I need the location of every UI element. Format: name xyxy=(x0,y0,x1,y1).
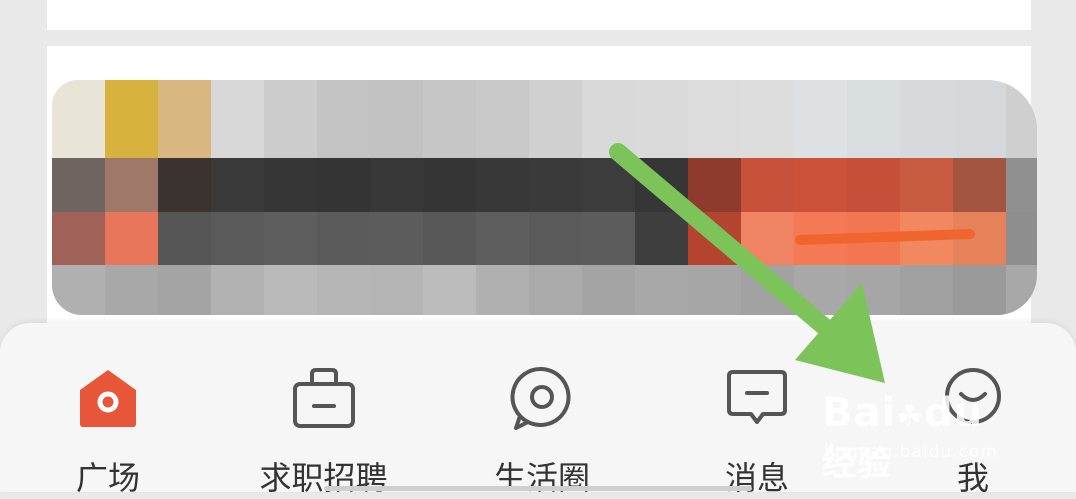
mosaic-cell xyxy=(370,265,424,315)
pixelated-content xyxy=(52,80,1037,315)
mosaic-cell xyxy=(158,80,212,159)
mosaic-cell xyxy=(847,158,901,213)
mosaic-cell xyxy=(423,265,477,315)
mosaic-cell xyxy=(52,158,106,213)
mosaic-cell xyxy=(211,80,265,159)
mosaic-cell xyxy=(1006,158,1037,213)
home-icon xyxy=(80,370,136,427)
mosaic-cell xyxy=(529,80,583,159)
mosaic-cell xyxy=(741,265,795,315)
mosaic-cell xyxy=(264,212,318,266)
mosaic-cell xyxy=(529,158,583,213)
smile-face-icon xyxy=(945,368,1001,424)
mosaic-cell xyxy=(688,80,742,159)
mosaic-cell xyxy=(635,80,689,159)
mosaic-cell xyxy=(370,212,424,266)
mosaic-cell xyxy=(476,158,530,213)
mosaic-cell xyxy=(741,80,795,159)
mosaic-cell xyxy=(847,265,901,315)
mosaic-cell xyxy=(582,212,636,266)
mosaic-cell xyxy=(264,158,318,213)
mosaic-cell xyxy=(635,212,689,266)
mosaic-cell xyxy=(476,212,530,266)
mosaic-cell xyxy=(423,80,477,159)
mosaic-cell xyxy=(582,80,636,159)
bottom-tab-bar: 广场 求职招聘 生活圈 消息 我 xyxy=(0,323,1076,497)
mosaic-cell xyxy=(158,265,212,315)
mosaic-cell xyxy=(953,80,1007,159)
mosaic-cell xyxy=(900,80,954,159)
briefcase-icon xyxy=(292,368,355,428)
mosaic-cell xyxy=(635,265,689,315)
mosaic-cell xyxy=(1006,212,1037,266)
mosaic-cell xyxy=(582,265,636,315)
mosaic-cell xyxy=(741,212,795,266)
mosaic-cell xyxy=(158,212,212,266)
tab-label: 我 xyxy=(956,459,989,497)
mosaic-cell xyxy=(264,265,318,315)
mosaic-cell xyxy=(953,265,1007,315)
mosaic-cell xyxy=(370,158,424,213)
tab-label: 广场 xyxy=(75,459,140,497)
mosaic-cell xyxy=(52,80,106,159)
mosaic-cell xyxy=(688,265,742,315)
home-indicator xyxy=(324,486,752,491)
mosaic-cell xyxy=(794,158,848,213)
mosaic-cell xyxy=(1006,80,1037,159)
mosaic-cell xyxy=(900,265,954,315)
mosaic-cell xyxy=(105,80,159,159)
mosaic-cell xyxy=(317,80,371,159)
mosaic-cell xyxy=(52,265,106,315)
mosaic-cell xyxy=(794,80,848,159)
mosaic-cell xyxy=(211,158,265,213)
mosaic-cell xyxy=(105,158,159,213)
mosaic-cell xyxy=(476,265,530,315)
mosaic-cell xyxy=(370,80,424,159)
mosaic-cell xyxy=(847,80,901,159)
mosaic-cell xyxy=(1006,265,1037,315)
message-icon xyxy=(727,370,787,424)
mosaic-cell xyxy=(794,265,848,315)
mosaic-cell xyxy=(529,265,583,315)
mosaic-cell xyxy=(52,212,106,266)
mosaic-cell xyxy=(688,212,742,266)
content-card-top xyxy=(47,0,1031,30)
mosaic-cell xyxy=(317,158,371,213)
mosaic-cell xyxy=(741,158,795,213)
mosaic-cell xyxy=(211,265,265,315)
tab-wo[interactable]: 我 xyxy=(893,323,1053,497)
mosaic-cell xyxy=(105,212,159,266)
mosaic-cell xyxy=(900,158,954,213)
tab-xiaoxi[interactable]: 消息 xyxy=(677,323,837,497)
tab-label: 消息 xyxy=(724,459,789,497)
mosaic-cell xyxy=(688,158,742,213)
tab-qiuzhi-zhaopin[interactable]: 求职招聘 xyxy=(236,323,411,497)
circle-chat-icon xyxy=(510,366,571,430)
mosaic-cell xyxy=(158,158,212,213)
tab-label: 求职招聘 xyxy=(259,459,388,497)
tab-label: 生活圈 xyxy=(493,459,590,497)
mosaic-cell xyxy=(582,158,636,213)
mosaic-cell xyxy=(211,212,265,266)
mosaic-cell xyxy=(953,158,1007,213)
mosaic-cell xyxy=(635,158,689,213)
mosaic-cell xyxy=(317,212,371,266)
tab-guangchang[interactable]: 广场 xyxy=(28,323,188,497)
mosaic-cell xyxy=(423,212,477,266)
mosaic-cell xyxy=(317,265,371,315)
tab-shenghuoquan[interactable]: 生活圈 xyxy=(462,323,622,497)
mosaic-cell xyxy=(476,80,530,159)
mosaic-cell xyxy=(423,158,477,213)
mosaic-cell xyxy=(105,265,159,315)
mosaic-cell xyxy=(529,212,583,266)
mosaic-cell xyxy=(264,80,318,159)
